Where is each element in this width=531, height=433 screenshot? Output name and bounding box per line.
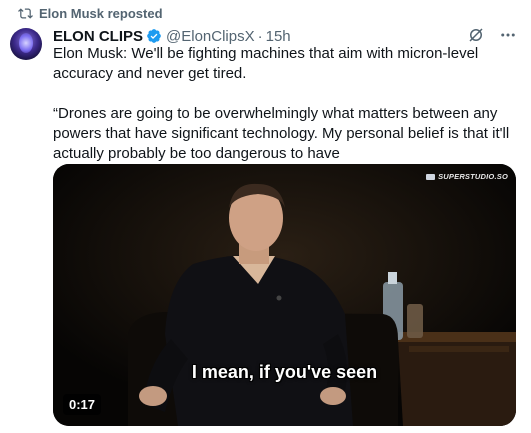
repost-indicator[interactable]: Elon Musk reposted (18, 5, 163, 21)
watermark: SUPERSTUDIO.SO (426, 172, 508, 181)
grok-icon[interactable] (467, 26, 485, 44)
repost-label: Elon Musk reposted (39, 5, 163, 21)
video-subtitle: I mean, if you've seen (191, 362, 378, 382)
watermark-text: SUPERSTUDIO.SO (438, 172, 508, 181)
avatar[interactable] (10, 28, 42, 60)
tweet-header: ELON CLIPS @ElonClipsX · 15h (53, 26, 291, 46)
tweet-paragraph-2: “Drones are going to be overwhelmingly w… (53, 105, 510, 162)
video-duration: 0:17 (63, 394, 102, 415)
author-handle[interactable]: @ElonClipsX (166, 28, 255, 45)
video-player[interactable]: SUPERSTUDIO.SO I mean, if you've seen 0:… (53, 164, 516, 426)
repost-icon (18, 7, 33, 19)
timestamp[interactable]: 15h (266, 28, 291, 45)
tweet-text: Elon Musk: We'll be fighting machines th… (53, 44, 523, 164)
tweet-paragraph-1: Elon Musk: We'll be fighting machines th… (53, 45, 479, 82)
video-frame (53, 164, 516, 426)
more-icon[interactable] (499, 26, 517, 44)
verified-badge-icon[interactable] (146, 28, 162, 44)
watermark-logo-icon (426, 173, 436, 180)
separator: · (257, 27, 263, 45)
display-name[interactable]: ELON CLIPS (53, 28, 143, 45)
